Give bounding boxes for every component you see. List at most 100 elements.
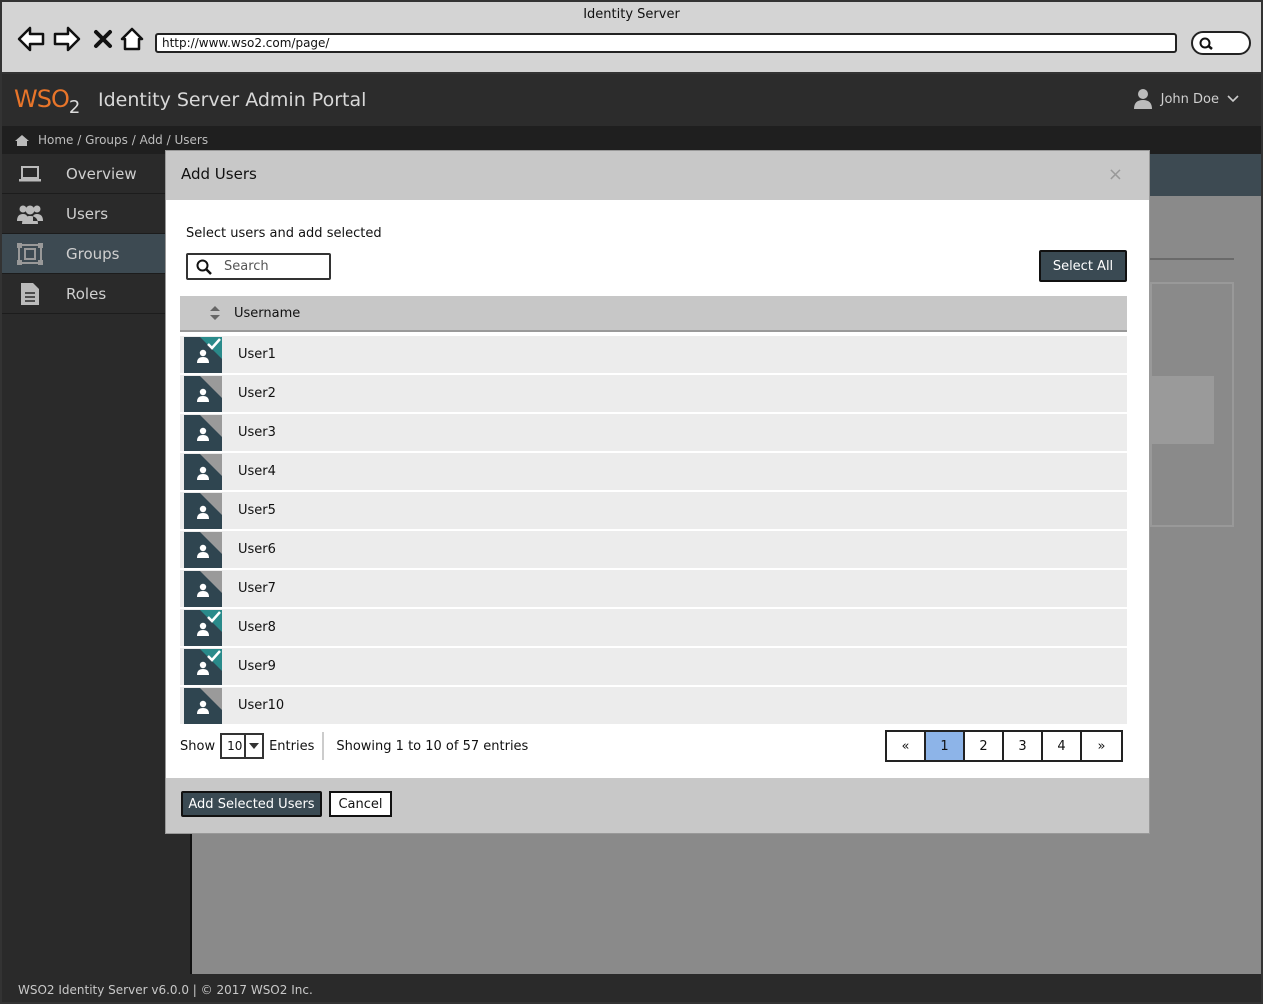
person-icon xyxy=(197,505,209,519)
stop-icon[interactable] xyxy=(88,24,118,54)
username-cell: User2 xyxy=(238,386,276,401)
username-cell: User6 xyxy=(238,542,276,557)
table-row[interactable]: User9 xyxy=(180,648,1127,686)
username-cell: User3 xyxy=(238,425,276,440)
user-avatar-checkbox[interactable] xyxy=(184,570,222,607)
modal-footer: Add Selected Users Cancel xyxy=(166,778,1149,834)
add-selected-users-button[interactable]: Add Selected Users xyxy=(181,791,322,817)
home-icon[interactable] xyxy=(14,134,30,147)
user-avatar-checkbox[interactable] xyxy=(184,414,222,451)
user-avatar-checkbox[interactable] xyxy=(184,375,222,412)
pagination-page-1[interactable]: 1 xyxy=(926,732,965,760)
footer: WSO2 Identity Server v6.0.0 | © 2017 WSO… xyxy=(2,974,1261,1002)
chevron-down-icon xyxy=(244,735,262,757)
user-name: John Doe xyxy=(1160,91,1219,107)
username-cell: User7 xyxy=(238,581,276,596)
sidebar-item-groups[interactable]: Groups xyxy=(2,234,190,274)
home-icon[interactable] xyxy=(117,24,147,54)
person-icon xyxy=(197,388,209,402)
pagination-prev[interactable]: « xyxy=(887,732,926,760)
entries-label: Entries xyxy=(269,738,315,754)
user-avatar-checkbox[interactable] xyxy=(184,492,222,529)
table-row[interactable]: User10 xyxy=(180,687,1127,725)
username-cell: User9 xyxy=(238,659,276,674)
username-cell: User1 xyxy=(238,347,276,362)
page-size-select[interactable]: 10 xyxy=(220,733,265,759)
table-row[interactable]: User4 xyxy=(180,453,1127,491)
table-row[interactable]: User1 xyxy=(180,336,1127,374)
window-title: Identity Server xyxy=(583,7,680,22)
content-divider xyxy=(1150,258,1234,260)
groups-icon xyxy=(16,242,44,265)
sort-icon[interactable] xyxy=(210,306,220,320)
username-cell: User5 xyxy=(238,503,276,518)
back-icon[interactable] xyxy=(16,24,46,54)
user-menu[interactable]: John Doe xyxy=(1133,88,1239,110)
person-icon xyxy=(197,661,209,675)
table-footer: Show 10 Entries Showing 1 to 10 of 57 en… xyxy=(180,728,1127,764)
table-row[interactable]: User7 xyxy=(180,570,1127,608)
user-avatar-checkbox[interactable] xyxy=(184,687,222,724)
pagination-page-3[interactable]: 3 xyxy=(1004,732,1043,760)
search-placeholder: Search xyxy=(224,259,269,274)
pagination-page-4[interactable]: 4 xyxy=(1043,732,1082,760)
url-bar[interactable]: http://www.wso2.com/page/ xyxy=(155,33,1177,53)
user-avatar-checkbox[interactable] xyxy=(184,609,222,646)
table-row[interactable]: User6 xyxy=(180,531,1127,569)
user-list: User1 User2 User3 User4 User5 User6 User7 User8… xyxy=(180,336,1127,726)
sidebar-item-roles[interactable]: Roles xyxy=(2,274,190,314)
document-icon xyxy=(16,282,44,306)
select-all-button[interactable]: Select All xyxy=(1039,250,1127,282)
person-icon xyxy=(197,466,209,480)
username-cell: User10 xyxy=(238,698,285,713)
divider xyxy=(322,732,325,760)
table-row[interactable]: User5 xyxy=(180,492,1127,530)
search-input[interactable]: Search xyxy=(186,253,331,280)
person-icon xyxy=(197,622,209,636)
app-title: Identity Server Admin Portal xyxy=(98,89,367,111)
showing-text: Showing 1 to 10 of 57 entries xyxy=(336,738,529,754)
pagination-page-2[interactable]: 2 xyxy=(965,732,1004,760)
user-avatar-checkbox[interactable] xyxy=(184,531,222,568)
pagination-next[interactable]: » xyxy=(1082,732,1121,760)
user-icon xyxy=(1133,89,1152,109)
sidebar-item-overview[interactable]: Overview xyxy=(2,154,190,194)
add-users-modal: Add Users × Select users and add selecte… xyxy=(165,150,1150,834)
modal-title: Add Users xyxy=(181,165,257,183)
user-avatar-checkbox[interactable] xyxy=(184,648,222,685)
browser-chrome: Identity Server http://www.wso2.com/page… xyxy=(2,2,1261,74)
browser-window: Identity Server http://www.wso2.com/page… xyxy=(0,0,1263,1004)
page-size-value: 10 xyxy=(227,739,243,753)
username-cell: User4 xyxy=(238,464,276,479)
table-row[interactable]: User3 xyxy=(180,414,1127,452)
wso2-logo: WSO2 xyxy=(14,85,80,118)
sidebar-item-label: Overview xyxy=(66,164,137,183)
checkmark-icon xyxy=(207,610,221,623)
table-row[interactable]: User8 xyxy=(180,609,1127,647)
search-icon xyxy=(1199,37,1213,50)
checkmark-icon xyxy=(207,649,221,662)
user-avatar-checkbox[interactable] xyxy=(184,453,222,490)
close-icon[interactable]: × xyxy=(1108,164,1123,185)
table-row[interactable]: User2 xyxy=(180,375,1127,413)
user-avatar-checkbox[interactable] xyxy=(184,336,222,373)
content-block xyxy=(1150,376,1214,444)
search-icon xyxy=(196,259,212,275)
breadcrumb-path[interactable]: Home / Groups / Add / Users xyxy=(38,133,208,147)
person-icon xyxy=(197,427,209,441)
person-icon xyxy=(197,349,209,363)
person-icon xyxy=(197,583,209,597)
column-header-username[interactable]: Username xyxy=(234,306,300,321)
sidebar: Overview Users Groups Roles xyxy=(2,154,192,974)
browser-search[interactable] xyxy=(1191,31,1251,55)
person-icon xyxy=(197,700,209,714)
checkmark-icon xyxy=(207,337,221,350)
sidebar-item-label: Users xyxy=(66,204,109,223)
app-header: WSO2 Identity Server Admin Portal John D… xyxy=(2,74,1261,126)
sidebar-item-users[interactable]: Users xyxy=(2,194,190,234)
pagination: « 1 2 3 4 » xyxy=(885,730,1123,762)
users-icon xyxy=(16,204,44,224)
cancel-button[interactable]: Cancel xyxy=(329,791,392,817)
username-cell: User8 xyxy=(238,620,276,635)
forward-icon[interactable] xyxy=(52,24,82,54)
